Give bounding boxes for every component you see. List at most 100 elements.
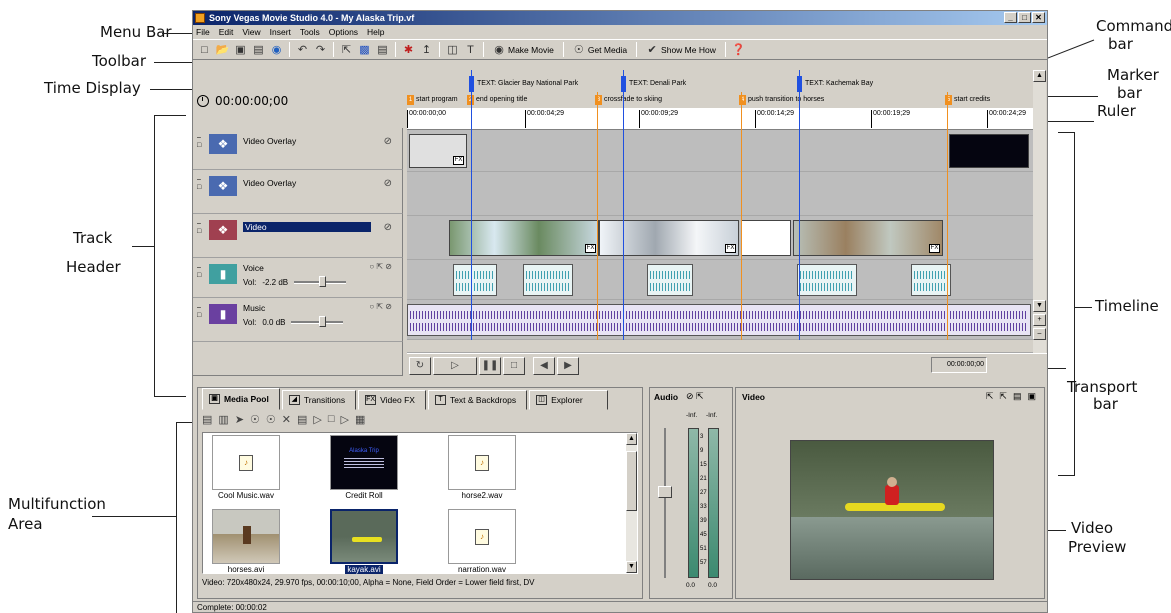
audio-fader-thumb[interactable] [658, 486, 672, 498]
menu-insert[interactable]: Insert [270, 27, 291, 37]
timeline-vscroll[interactable]: ▲ ▼ + – [1033, 70, 1046, 353]
loop-icon[interactable]: ↻ [409, 356, 431, 375]
insert-marker-icon[interactable]: ◫ [445, 42, 460, 57]
save-icon[interactable]: ▣ [233, 42, 248, 57]
timeline-hscroll[interactable] [407, 340, 1033, 353]
fx-icon[interactable]: FX [585, 244, 596, 253]
track-lane-video-overlay-1[interactable]: FX [407, 130, 1033, 172]
media-item[interactable]: horses.avi [205, 509, 287, 574]
preview-external-icon[interactable]: ⇱ [999, 391, 1007, 402]
timeline[interactable]: TEXT: Glacier Bay National Park TEXT: De… [407, 70, 1033, 353]
media-item[interactable]: Alaska Trip Credit Roll [323, 435, 405, 500]
show-me-how-button[interactable]: ✔ Show Me How [642, 41, 720, 58]
insert-text-icon[interactable]: T [463, 42, 478, 57]
new-icon[interactable]: □ [197, 42, 212, 57]
menu-options[interactable]: Options [329, 27, 358, 37]
pause-icon[interactable]: ❚❚ [479, 356, 501, 375]
views-icon[interactable]: ▦ [355, 413, 365, 426]
scroll-thumb[interactable] [626, 451, 637, 511]
track-header-video-overlay-2[interactable]: – □ ❖ Video Overlay ⊘ [193, 170, 403, 214]
volume-slider[interactable] [291, 316, 344, 327]
track-name[interactable]: Video Overlay [243, 178, 296, 188]
open-icon[interactable]: 📂 [215, 42, 230, 57]
track-lane-voice[interactable] [407, 260, 1033, 300]
track-header-music[interactable]: – □ ▮ Music ○ ⇱ ⊘ Vol: 0.0 dB [193, 298, 403, 342]
voice-audio-clip[interactable] [797, 264, 857, 296]
whats-this-help-icon[interactable]: ❓ [731, 42, 746, 57]
track-minmax[interactable]: – □ [197, 304, 201, 320]
track-fx-icons[interactable]: ○ ⇱ ⊘ [369, 262, 392, 271]
preview-stop-icon[interactable]: □ [328, 413, 335, 425]
track-minmax[interactable]: – □ [197, 176, 201, 192]
region-marker[interactable]: 4 push transition to horses [739, 95, 824, 105]
scroll-down-icon[interactable]: ▼ [1033, 300, 1046, 312]
track-fx-icons[interactable]: ○ ⇱ ⊘ [369, 302, 392, 311]
play-icon[interactable]: ▷ [433, 356, 477, 375]
voice-audio-clip[interactable] [647, 264, 693, 296]
tab-video-fx[interactable]: FX Video FX [358, 390, 426, 410]
music-audio-clip[interactable] [407, 304, 1031, 336]
media-item-selected[interactable]: kayak.avi [323, 509, 405, 574]
go-to-start-icon[interactable]: ◀ [533, 356, 555, 375]
tab-explorer[interactable]: ◫ Explorer [529, 390, 608, 410]
scroll-up-icon[interactable]: ▲ [626, 433, 637, 445]
get-media-web-icon[interactable]: ➤ [235, 413, 244, 426]
scroll-down-icon[interactable]: ▼ [626, 561, 637, 573]
normal-edit-tool-icon[interactable]: ⇱ [339, 42, 354, 57]
preview-play-icon[interactable]: ▷ [313, 413, 321, 426]
auto-preview-icon[interactable]: ▷ [341, 413, 349, 426]
media-item[interactable]: ♪ horse2.wav [441, 435, 523, 500]
stop-icon[interactable]: □ [503, 356, 525, 375]
mute-icon[interactable]: ⊘ [384, 136, 392, 147]
track-minmax[interactable]: – □ [197, 264, 201, 280]
save-snapshot-icon[interactable]: ▣ [1027, 391, 1036, 402]
minimize-button[interactable]: _ [1004, 12, 1017, 23]
search-replace-icon[interactable]: ☉ [266, 413, 276, 426]
fx-icon[interactable]: FX [453, 156, 464, 165]
undo-icon[interactable]: ↶ [295, 42, 310, 57]
region-marker[interactable]: 5 start credits [945, 95, 990, 105]
track-name[interactable]: Voice [243, 263, 264, 273]
marker-bar[interactable]: 1start program 2end opening title 3cross… [407, 92, 1033, 108]
region-marker[interactable]: 1 start program [407, 95, 458, 105]
media-item[interactable]: ♪ Cool Music.wav [205, 435, 287, 500]
horses-video-clip[interactable]: FX [793, 220, 943, 256]
skiing-video-clip[interactable]: FX [599, 220, 739, 256]
voice-audio-clip[interactable] [523, 264, 573, 296]
track-header-voice[interactable]: – □ ▮ Voice ○ ⇱ ⊘ Vol: -2.2 dB [193, 258, 403, 298]
tab-text-backdrops[interactable]: T Text & Backdrops [427, 390, 528, 410]
track-header-video-overlay-1[interactable]: – □ ❖ Video Overlay ⊘ [193, 128, 403, 170]
auto-ripple-icon[interactable]: ▩ [357, 42, 372, 57]
volume-slider-thumb[interactable] [319, 316, 327, 327]
envelope-icon[interactable]: ↥ [419, 42, 434, 57]
close-button[interactable]: ✕ [1032, 12, 1045, 23]
scroll-up-icon[interactable]: ▲ [1033, 70, 1046, 82]
media-item[interactable]: ♪ narration.wav [441, 509, 523, 574]
track-name[interactable]: Video [243, 222, 371, 232]
audio-mute-icon[interactable]: ⊘ ⇱ [686, 391, 704, 402]
make-movie-button[interactable]: ◉ Make Movie [489, 41, 558, 58]
voice-audio-clip[interactable] [911, 264, 951, 296]
region-marker[interactable]: 3 crossfade to skiing [595, 95, 662, 105]
command-bar[interactable]: TEXT: Glacier Bay National Park TEXT: De… [407, 70, 1033, 92]
region-marker[interactable]: 2end opening title [467, 95, 527, 105]
volume-slider-thumb[interactable] [319, 276, 327, 287]
zoom-out-icon[interactable]: – [1033, 328, 1046, 340]
menu-view[interactable]: View [242, 27, 260, 37]
fx-icon[interactable]: FX [725, 244, 736, 253]
redo-icon[interactable]: ↷ [313, 42, 328, 57]
voice-audio-clip[interactable] [453, 264, 497, 296]
properties-icon[interactable]: ▤ [297, 413, 307, 426]
menu-edit[interactable]: Edit [219, 27, 234, 37]
menu-tools[interactable]: Tools [300, 27, 320, 37]
media-grid-vscroll[interactable]: ▲ ▼ [626, 433, 637, 573]
snapping-icon[interactable]: ▤ [375, 42, 390, 57]
preview-split-icon[interactable]: ⇱ [986, 391, 994, 402]
zoom-in-icon[interactable]: + [1033, 314, 1046, 326]
track-header-video[interactable]: – □ ❖ Video ⊘ [193, 214, 403, 258]
volume-slider[interactable] [294, 276, 347, 287]
track-minmax[interactable]: – □ [197, 220, 201, 236]
tab-media-pool[interactable]: ▣ Media Pool [202, 388, 280, 410]
ruler[interactable]: 00:00:00;00 00:00:04;29 00:00:09;29 00:0… [407, 108, 1033, 130]
title-overlay-clip[interactable]: FX [409, 134, 467, 168]
